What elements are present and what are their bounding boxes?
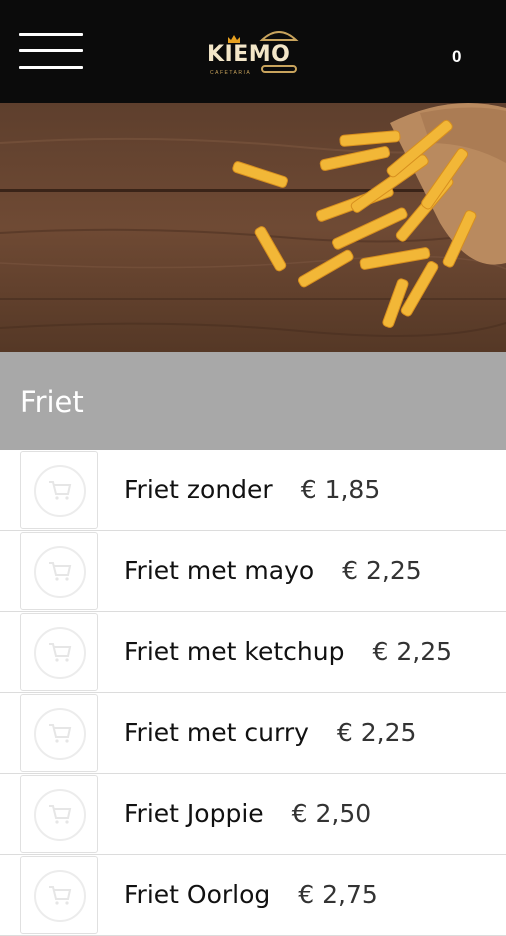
add-to-cart-button[interactable]: [20, 613, 98, 691]
hamburger-menu-icon[interactable]: [19, 33, 83, 69]
cart-icon: [49, 724, 72, 743]
add-to-cart-button[interactable]: [20, 694, 98, 772]
logo-subtext: CAFETARIA: [210, 70, 252, 76]
cart-icon: [49, 886, 72, 905]
product-row[interactable]: Friet met mayo € 2,25: [0, 531, 506, 612]
product-row[interactable]: Friet Oorlog € 2,75: [0, 855, 506, 936]
product-row[interactable]: Friet Joppie € 2,50: [0, 774, 506, 855]
logo[interactable]: KIEMO CAFETARIA: [207, 26, 302, 82]
logo-text: KIEMO: [207, 42, 291, 67]
product-price: € 2,25: [336, 718, 417, 747]
top-bar: KIEMO CAFETARIA 0: [0, 0, 506, 103]
product-row[interactable]: Friet met curry € 2,25: [0, 693, 506, 774]
cart-icon: [49, 562, 72, 581]
add-to-cart-button[interactable]: [20, 451, 98, 529]
cart-count[interactable]: 0: [452, 47, 461, 67]
product-row[interactable]: Friet zonder € 1,85: [0, 450, 506, 531]
add-to-cart-button[interactable]: [20, 775, 98, 853]
product-list: Friet zonder € 1,85 Friet met mayo € 2,25 …: [0, 450, 506, 936]
category-header: Friet: [0, 352, 506, 450]
product-name: Friet Joppie: [124, 799, 264, 828]
cart-icon: [49, 643, 72, 662]
hero-image: [0, 103, 506, 352]
product-name: Friet zonder: [124, 475, 273, 504]
product-price: € 2,25: [372, 637, 453, 666]
cart-icon: [49, 481, 72, 500]
product-price: € 1,85: [300, 475, 381, 504]
product-price: € 2,50: [291, 799, 372, 828]
product-name: Friet met curry: [124, 718, 309, 747]
product-name: Friet met mayo: [124, 556, 315, 585]
category-title: Friet: [20, 385, 84, 419]
product-name: Friet met ketchup: [124, 637, 345, 666]
product-row[interactable]: Friet met ketchup € 2,25: [0, 612, 506, 693]
product-price: € 2,75: [298, 880, 378, 909]
add-to-cart-button[interactable]: [20, 532, 98, 610]
product-name: Friet Oorlog: [124, 880, 271, 909]
fries-hero-illustration: [0, 103, 506, 352]
add-to-cart-button[interactable]: [20, 856, 98, 934]
product-price: € 2,25: [342, 556, 422, 585]
cart-icon: [49, 805, 72, 824]
